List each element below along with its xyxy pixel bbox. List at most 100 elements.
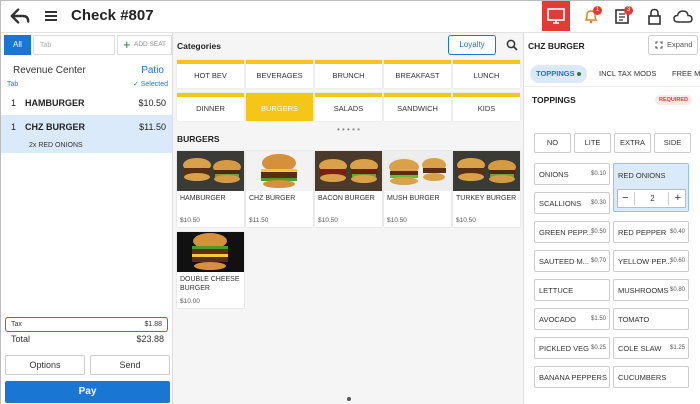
tax-label: Tax <box>11 321 22 328</box>
back-arrow-icon[interactable] <box>9 5 31 27</box>
tab-input[interactable]: Tab <box>33 35 115 55</box>
menu-item-card[interactable]: CHZ BURGER $11.50 <box>246 151 313 227</box>
add-seat-button[interactable]: + ADD SEAT <box>117 35 172 55</box>
modifier-section-title: TOPPINGS <box>532 95 576 105</box>
order-line-item-selected[interactable]: 1 CHZ BURGER $11.50 <box>1 122 172 136</box>
display-button[interactable] <box>542 1 570 31</box>
tab-toppings[interactable]: TOPPINGS <box>530 65 587 83</box>
item-price: $10.50 <box>387 217 407 224</box>
option-price: $0.40 <box>669 229 685 235</box>
lock-button[interactable] <box>642 5 668 29</box>
option-name: YELLOW PEP... <box>618 257 672 266</box>
modifier-option[interactable]: LETTUCE <box>534 279 610 301</box>
option-price: $0.30 <box>590 200 606 206</box>
tab-all-button[interactable]: All <box>4 35 31 55</box>
menu-panel: Categories Loyalty HOT BEV BEVERAGES BRU… <box>173 33 523 404</box>
hamburger-menu-icon[interactable] <box>45 10 57 22</box>
check-panel: All Tab + ADD SEAT Revenue Center Patio … <box>1 33 173 404</box>
option-name: RED PEPPER <box>618 228 667 237</box>
modifier-option[interactable]: SCALLIONS $0.30 <box>534 192 610 214</box>
modifier-option[interactable]: COLE SLAW $1.25 <box>613 337 689 359</box>
selected-indicator: ✓ Selected <box>132 81 168 88</box>
modifier-option[interactable]: GREEN PEPP... $0.50 <box>534 221 610 243</box>
item-price: $11.50 <box>139 122 166 132</box>
option-price: $0.50 <box>590 229 606 235</box>
modifier-option[interactable]: ONIONS $0.10 <box>534 163 610 185</box>
category-sandwich[interactable]: SANDWICH <box>384 93 451 121</box>
option-name: RED ONIONS <box>618 171 666 180</box>
amount-extra[interactable]: EXTRA <box>614 133 651 153</box>
menu-item-card[interactable]: TURKEY BURGER $10.50 <box>453 151 520 227</box>
category-beverages[interactable]: BEVERAGES <box>246 60 313 88</box>
menu-item-card[interactable]: DOUBLE CHEESE BURGER $10.00 <box>177 232 244 308</box>
tab-free-mods[interactable]: FREE M <box>672 65 700 83</box>
search-icon[interactable] <box>506 39 518 51</box>
amount-no[interactable]: NO <box>534 133 571 153</box>
category-page-dots: • • • • • <box>337 125 360 134</box>
item-qty: 1 <box>11 122 17 132</box>
item-price: $10.50 <box>180 217 200 224</box>
modifier-option[interactable]: BANANA PEPPERS <box>534 366 610 388</box>
order-line-item[interactable]: 1 HAMBURGER $10.50 <box>1 98 172 112</box>
modifier-tabs: TOPPINGS INCL TAX MODS FREE M <box>524 61 700 87</box>
category-brunch[interactable]: BRUNCH <box>315 60 382 88</box>
option-price: $0.60 <box>669 258 685 264</box>
item-price: $10.50 <box>456 217 476 224</box>
options-button[interactable]: Options <box>5 355 85 375</box>
tab-row: All Tab + ADD SEAT <box>4 35 172 55</box>
selected-label: Selected <box>140 81 168 88</box>
item-price: $11.50 <box>249 217 269 224</box>
location-link[interactable]: Patio <box>141 65 164 76</box>
item-name: DOUBLE CHEESE BURGER <box>180 276 240 292</box>
burger-image <box>315 151 382 191</box>
category-lunch[interactable]: LUNCH <box>453 60 520 88</box>
modifier-option[interactable]: MUSHROOMS $0.80 <box>613 279 689 301</box>
category-kids[interactable]: KIDS <box>453 93 520 121</box>
modifier-option[interactable]: CUCUMBERS <box>613 366 689 388</box>
amount-side[interactable]: SIDE <box>654 133 691 153</box>
menu-item-card[interactable]: BACON BURGER $10.50 <box>315 151 382 227</box>
notifications-button[interactable]: 1 <box>579 5 605 29</box>
expand-button[interactable]: Expand <box>648 35 698 55</box>
option-name: CUCUMBERS <box>618 373 667 382</box>
burger-image <box>177 151 244 191</box>
increment-button[interactable]: + <box>675 190 681 207</box>
modifier-option[interactable]: SAUTEED M... $0.70 <box>534 250 610 272</box>
item-name: HAMBURGER <box>180 195 226 202</box>
category-breakfast[interactable]: BREAKFAST <box>384 60 451 88</box>
item-name: CHZ BURGER <box>249 195 296 202</box>
amount-lite[interactable]: LITE <box>574 133 611 153</box>
modifier-option[interactable]: AVOCADO $1.50 <box>534 308 610 330</box>
item-name: MUSH BURGER <box>387 195 440 202</box>
stepper-divider <box>668 192 669 205</box>
option-name: PICKLED VEG <box>539 344 590 353</box>
modifier-option[interactable]: PICKLED VEG $0.25 <box>534 337 610 359</box>
item-price: $10.00 <box>180 298 200 305</box>
loyalty-button[interactable]: Loyalty <box>448 35 496 55</box>
modifier-option[interactable]: TOMATO <box>613 308 689 330</box>
item-qty: 1 <box>11 98 17 108</box>
tab-incl-tax-mods[interactable]: INCL TAX MODS <box>599 65 656 83</box>
modifier-option-selected[interactable]: RED ONIONS − 2 + <box>613 163 689 212</box>
pay-button[interactable]: Pay <box>5 381 170 403</box>
category-salads[interactable]: SALADS <box>315 93 382 121</box>
category-burgers[interactable]: BURGERS <box>246 93 313 121</box>
item-price: $10.50 <box>138 98 166 108</box>
modifier-option[interactable]: RED PEPPER $0.40 <box>613 221 689 243</box>
option-name: SAUTEED M... <box>539 257 590 266</box>
category-dinner[interactable]: DINNER <box>177 93 244 121</box>
notification-badge: 1 <box>593 6 602 15</box>
option-price: $0.10 <box>590 171 606 177</box>
menu-item-card[interactable]: HAMBURGER $10.50 <box>177 151 244 227</box>
orders-button[interactable]: 3 <box>610 5 636 29</box>
burger-image <box>246 151 313 191</box>
expand-label: Expand <box>667 40 693 49</box>
top-bar: Check #807 1 3 <box>1 1 700 33</box>
menu-item-card[interactable]: MUSH BURGER $10.50 <box>384 151 451 227</box>
modifier-option[interactable]: YELLOW PEP... $0.60 <box>613 250 689 272</box>
category-hot-bev[interactable]: HOT BEV <box>177 60 244 88</box>
check-title: Check #807 <box>71 7 154 24</box>
send-button[interactable]: Send <box>90 355 170 375</box>
plus-icon: + <box>123 37 131 52</box>
cloud-button[interactable] <box>671 5 697 29</box>
